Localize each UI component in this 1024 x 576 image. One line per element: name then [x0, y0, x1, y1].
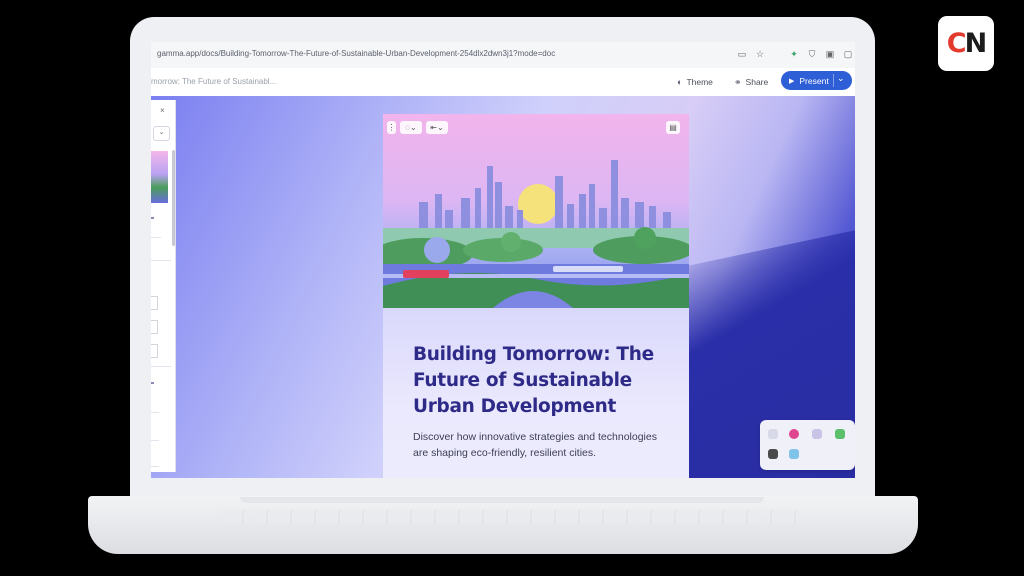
app-header: morrow: The Future of Sustainabl... ◐ Th… [151, 68, 855, 97]
card-title[interactable]: Building Tomorrow: The Future of Sustain… [413, 342, 663, 420]
panel-marker [151, 382, 154, 384]
cast-icon[interactable]: ▭ [736, 48, 748, 60]
title-card[interactable]: Building Tomorrow: The Future of Sustain… [383, 308, 689, 478]
present-divider [833, 74, 834, 87]
panel-dropdown[interactable]: ⌄ [153, 126, 170, 141]
laptop-hinge [240, 497, 764, 503]
panel-line [151, 412, 159, 413]
theme-button[interactable]: ◐ Theme [677, 74, 713, 90]
theme-label: Theme [686, 77, 713, 87]
present-button[interactable]: ▶ Present ⌄ [781, 71, 852, 90]
tool-icon[interactable] [835, 429, 845, 439]
tool-icon[interactable] [768, 449, 778, 459]
tool-icon[interactable] [789, 449, 799, 459]
chevron-down-icon[interactable]: ⌄ [837, 73, 845, 84]
url-text[interactable]: gamma.app/docs/Building-Tomorrow-The-Fut… [157, 49, 555, 58]
card-layout-icon[interactable]: ⇤⌄ [426, 121, 448, 134]
card-subtitle[interactable]: Discover how innovative strategies and t… [413, 429, 673, 461]
share-label: Share [745, 77, 769, 87]
laptop-keyboard [220, 510, 800, 524]
drag-handle-icon[interactable]: ⋮ [387, 121, 396, 134]
close-icon[interactable]: × [160, 106, 165, 115]
panel-divider [151, 366, 171, 367]
document-canvas: × ⌄ ⋮ ◌⌄ ⇤⌄ ▤ Building Tomorrow: The Fut… [151, 96, 855, 478]
extension-shield-icon[interactable]: ⛉ [806, 48, 818, 60]
panel-scrollbar[interactable] [172, 150, 175, 246]
card-options-icon[interactable]: ▤ [666, 121, 680, 134]
cards-side-panel: × ⌄ [151, 100, 176, 472]
panel-block[interactable] [151, 320, 158, 334]
card-thumbnail[interactable] [151, 151, 168, 203]
floating-toolbar [760, 420, 855, 470]
logo-letter-c: C [946, 28, 967, 59]
cn-logo: CN [938, 16, 994, 71]
panel-line [151, 440, 159, 441]
logo-letter-n: N [964, 28, 988, 59]
present-label: Present [799, 75, 829, 86]
extension-icon[interactable]: ▣ [824, 48, 836, 60]
window-icon[interactable]: ▢ [842, 48, 854, 60]
share-button[interactable]: ⚭ Share [734, 74, 768, 90]
doc-title[interactable]: morrow: The Future of Sustainabl... [151, 77, 276, 86]
panel-line [151, 237, 161, 238]
tool-icon[interactable] [768, 429, 778, 439]
play-icon: ▶ [789, 77, 795, 85]
panel-block[interactable] [151, 344, 158, 358]
browser-address-bar: gamma.app/docs/Building-Tomorrow-The-Fut… [151, 42, 855, 69]
screen: gamma.app/docs/Building-Tomorrow-The-Fut… [151, 42, 855, 478]
extension-leaf-icon[interactable]: ✦ [788, 48, 800, 60]
palette-icon: ◐ [677, 77, 683, 87]
card-style-icon[interactable]: ◌⌄ [400, 121, 422, 134]
tool-icon[interactable] [812, 429, 822, 439]
panel-block[interactable] [151, 296, 158, 310]
bookmark-star-icon[interactable]: ☆ [754, 48, 766, 60]
tool-icon[interactable] [789, 429, 799, 439]
city-skyline-image[interactable] [383, 114, 689, 308]
laptop-base [88, 496, 918, 554]
panel-divider [151, 260, 171, 261]
link-icon: ⚭ [734, 76, 742, 87]
panel-marker [151, 217, 154, 219]
panel-line [151, 466, 159, 467]
